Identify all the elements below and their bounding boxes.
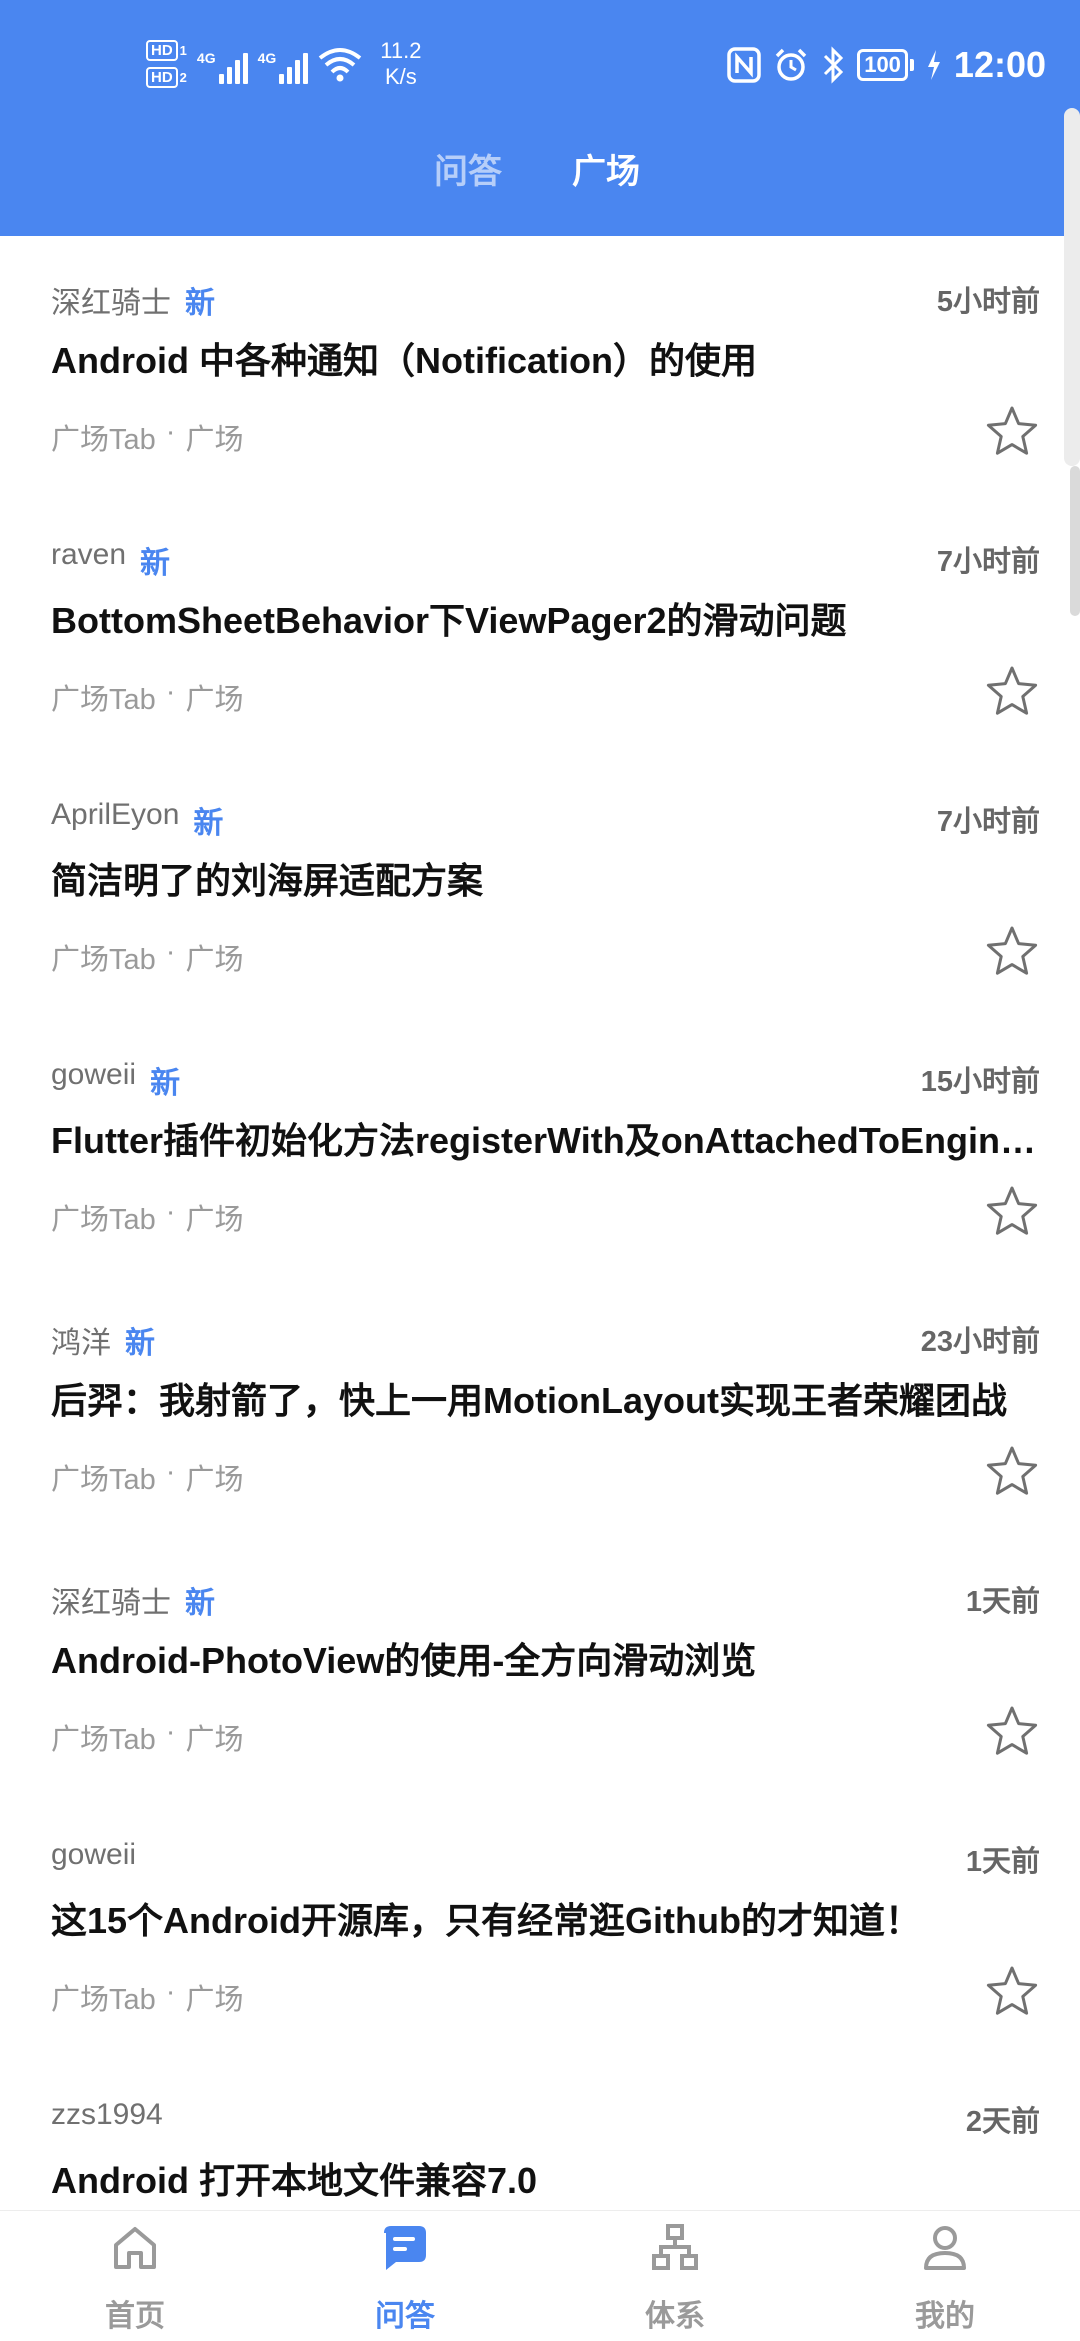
scrollbar-thumb[interactable] <box>1070 466 1080 616</box>
chat-icon <box>384 2226 426 2270</box>
nav-home-label: 首页 <box>105 2300 165 2333</box>
article-title[interactable]: Android 中各种通知（Notification）的使用 <box>51 332 1036 384</box>
meta-separator: · <box>165 1456 176 1488</box>
author-name[interactable]: 鸿洋 <box>51 1318 111 1362</box>
new-badge: 新 <box>185 1587 215 1620</box>
bottom-nav: 首页 问答 体系 我的 <box>0 2210 1080 2341</box>
author-name[interactable]: zzs1994 <box>51 2098 163 2132</box>
star-icon[interactable] <box>984 1444 1040 1500</box>
tab-label[interactable]: 广场Tab <box>51 1196 156 1238</box>
star-icon[interactable] <box>984 1704 1040 1760</box>
article-title[interactable]: 简洁明了的刘海屏适配方案 <box>51 852 1036 904</box>
clock: 12:00 <box>953 44 1046 85</box>
category-label[interactable]: 广场 <box>185 1196 243 1238</box>
article-title[interactable]: Android-PhotoView的使用-全方向滑动浏览 <box>51 1632 1036 1684</box>
new-badge: 新 <box>193 807 224 840</box>
meta-separator: · <box>165 416 176 448</box>
tab-square[interactable]: 广场 <box>572 144 640 193</box>
network-speed: 11.2 K/s <box>380 38 422 89</box>
nav-mine-label: 我的 <box>915 2300 975 2333</box>
category-label[interactable]: 广场 <box>185 936 243 978</box>
author-name[interactable]: raven <box>51 538 126 582</box>
hd-indicator-2: HD 2 <box>146 67 187 88</box>
post-time: 7小时前 <box>936 546 1040 578</box>
hd-indicator-1: HD 1 <box>146 40 187 61</box>
list-item[interactable]: 深红骑士新 1天前 Android-PhotoView的使用-全方向滑动浏览 广… <box>0 1536 1080 1796</box>
post-time: 7小时前 <box>936 806 1040 838</box>
list-item[interactable]: goweii 1天前 这15个Android开源库，只有经常逛Github的才知… <box>0 1796 1080 2056</box>
meta-separator: · <box>165 1976 176 2008</box>
list-item[interactable]: zzs1994 2天前 Android 打开本地文件兼容7.0 <box>0 2056 1080 2210</box>
charging-icon <box>927 50 940 80</box>
author-name[interactable]: 深红骑士 <box>51 1578 171 1622</box>
post-time: 5小时前 <box>936 286 1040 318</box>
article-feed[interactable]: 深红骑士新 5小时前 Android 中各种通知（Notification）的使… <box>0 236 1080 2210</box>
nav-qa-label: 问答 <box>375 2300 435 2333</box>
status-bar: HD 1 HD 2 4G 4G 11.2 K/s 100 12:00 <box>0 0 1080 120</box>
wifi-icon <box>319 48 362 82</box>
article-title[interactable]: Flutter插件初始化方法registerWith及onAttachedToE… <box>51 1112 1036 1164</box>
list-item[interactable]: AprilEyon 新 7小时前 简洁明了的刘海屏适配方案 广场Tab · 广场 <box>0 756 1080 1016</box>
meta-separator: · <box>165 676 176 708</box>
scrollbar-track[interactable] <box>1064 108 1080 466</box>
author-name[interactable]: 深红骑士 <box>51 278 171 322</box>
home-icon <box>114 2227 156 2269</box>
user-icon <box>924 2226 966 2270</box>
nav-qa[interactable]: 问答 <box>270 2211 540 2341</box>
star-icon[interactable] <box>984 664 1040 720</box>
nav-home[interactable]: 首页 <box>0 2211 270 2341</box>
new-badge: 新 <box>150 1067 181 1100</box>
star-icon[interactable] <box>984 1964 1040 2020</box>
author-name[interactable]: AprilEyon <box>51 798 179 842</box>
star-icon[interactable] <box>984 404 1040 460</box>
list-item[interactable]: 鸿洋新 23小时前 后羿：我射箭了，快上一用MotionLayout实现王者荣耀… <box>0 1276 1080 1536</box>
meta-separator: · <box>165 1716 176 1748</box>
tab-label[interactable]: 广场Tab <box>51 1716 156 1758</box>
new-badge: 新 <box>185 287 215 320</box>
category-label[interactable]: 广场 <box>185 676 243 718</box>
header-tabs: 问答 广场 <box>0 144 1080 204</box>
tab-label[interactable]: 广场Tab <box>51 1976 156 2018</box>
star-icon[interactable] <box>984 924 1040 980</box>
new-badge: 新 <box>140 547 171 580</box>
nav-mine[interactable]: 我的 <box>810 2211 1080 2341</box>
tab-label[interactable]: 广场Tab <box>51 936 156 978</box>
alarm-icon <box>775 48 807 81</box>
star-icon[interactable] <box>984 1184 1040 1240</box>
category-label[interactable]: 广场 <box>185 1456 243 1498</box>
tab-label[interactable]: 广场Tab <box>51 676 156 718</box>
bluetooth-icon <box>824 46 844 84</box>
article-title[interactable]: 后羿：我射箭了，快上一用MotionLayout实现王者荣耀团战 <box>51 1372 1036 1424</box>
article-title[interactable]: BottomSheetBehavior下ViewPager2的滑动问题 <box>51 592 1036 644</box>
list-item[interactable]: goweii 新 15小时前 Flutter插件初始化方法registerWith… <box>0 1016 1080 1276</box>
author-name[interactable]: goweii <box>51 1838 136 1872</box>
list-item[interactable]: 深红骑士新 5小时前 Android 中各种通知（Notification）的使… <box>0 236 1080 496</box>
signal-icon-2: 4G <box>258 44 309 84</box>
hierarchy-icon <box>652 2224 698 2270</box>
author-name[interactable]: goweii <box>51 1058 136 1102</box>
article-title[interactable]: Android 打开本地文件兼容7.0 <box>51 2152 1036 2204</box>
list-item[interactable]: raven 新 7小时前 BottomSheetBehavior下ViewPage… <box>0 496 1080 756</box>
battery-icon: 100 <box>857 49 914 81</box>
post-time: 23小时前 <box>920 1326 1040 1358</box>
category-label[interactable]: 广场 <box>185 1716 243 1758</box>
category-label[interactable]: 广场 <box>185 1976 243 2018</box>
post-time: 2天前 <box>965 2106 1040 2138</box>
post-time: 1天前 <box>965 1846 1040 1878</box>
tab-qa[interactable]: 问答 <box>434 144 502 193</box>
nfc-icon <box>727 47 761 83</box>
meta-separator: · <box>165 1196 176 1228</box>
article-title[interactable]: 这15个Android开源库，只有经常逛Github的才知道！ <box>51 1892 1036 1944</box>
signal-icon: 4G <box>197 44 248 84</box>
meta-separator: · <box>165 936 176 968</box>
category-label[interactable]: 广场 <box>185 416 243 458</box>
tab-label[interactable]: 广场Tab <box>51 416 156 458</box>
app-header: HD 1 HD 2 4G 4G 11.2 K/s 100 12:00 问答 广场 <box>0 0 1080 236</box>
tab-label[interactable]: 广场Tab <box>51 1456 156 1498</box>
post-time: 15小时前 <box>920 1066 1040 1098</box>
nav-system[interactable]: 体系 <box>540 2211 810 2341</box>
new-badge: 新 <box>125 1327 155 1360</box>
nav-system-label: 体系 <box>645 2300 705 2333</box>
post-time: 1天前 <box>965 1586 1040 1618</box>
